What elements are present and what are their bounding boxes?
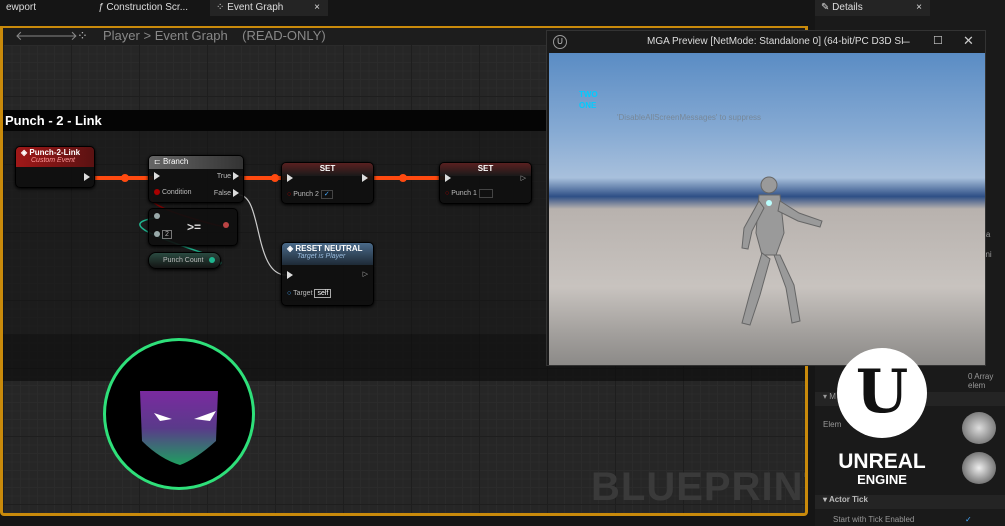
window-titlebar[interactable]: MGA Preview [NetMode: Standalone 0] (64-…	[547, 31, 985, 53]
unreal-wordmark: UNREAL ENGINE	[838, 450, 926, 487]
unreal-engine-logo: U	[837, 348, 927, 438]
tab-viewport[interactable]: ewport	[0, 0, 42, 16]
output-pin[interactable]	[209, 257, 215, 264]
exec-in-pin[interactable]	[154, 172, 160, 180]
input-a-pin[interactable]	[154, 213, 160, 220]
array-count: 0 Array elem	[968, 372, 994, 390]
pencil-icon: ✎	[821, 2, 833, 13]
wire-knot	[121, 174, 129, 182]
input-b-pin[interactable]: 2	[154, 230, 172, 239]
close-tab-button[interactable]: ×	[314, 0, 320, 15]
target-input[interactable]: self	[314, 289, 332, 298]
screen-messages: TWO ONE	[579, 90, 598, 110]
punch1-pin[interactable]: ○ Punch 1	[445, 189, 493, 198]
checkbox-checked[interactable]: ✓	[965, 515, 972, 524]
unreal-u-icon: U	[855, 357, 909, 427]
character-mannequin	[741, 176, 823, 326]
node-title: SET	[440, 163, 531, 176]
node-title: SET	[282, 163, 373, 176]
start-tick-row: Start with Tick Enabled ✓	[833, 515, 972, 524]
checkbox-checked[interactable]: ✓	[320, 190, 333, 199]
wire-knot	[399, 174, 407, 182]
wire-knot	[271, 174, 279, 182]
material-thumbnail[interactable]	[962, 452, 996, 484]
node-title: Punch-2-Link	[29, 148, 81, 157]
unreal-icon: U	[553, 35, 567, 49]
tab-bar: ewport ƒ Construction Scr... ⁘ Event Gra…	[0, 0, 815, 16]
checkbox-unchecked[interactable]	[478, 189, 493, 198]
punch-count-variable[interactable]: Punch Count	[148, 252, 221, 269]
game-viewport[interactable]: TWO ONE 'DisableAllScreenMessages' to sup…	[549, 53, 985, 365]
exec-in-pin[interactable]	[287, 174, 293, 182]
close-button[interactable]: ✕	[963, 33, 974, 49]
mask-logo-icon	[140, 391, 218, 465]
true-pin[interactable]: True	[217, 172, 239, 180]
preview-window[interactable]: MGA Preview [NetMode: Standalone 0] (64-…	[546, 30, 986, 366]
target-pin[interactable]: ○ Target self	[287, 289, 332, 298]
operator-label: >=	[187, 220, 202, 234]
false-pin[interactable]: False	[214, 189, 239, 197]
minimize-button[interactable]: –	[903, 34, 910, 48]
exec-out-pin[interactable]: ▷	[363, 270, 368, 278]
exec-out-pin[interactable]: ▷	[521, 174, 526, 182]
node-subtitle: Target is Player	[297, 253, 346, 260]
material-thumbnail[interactable]	[962, 412, 996, 444]
node-title: Branch	[162, 157, 189, 166]
exec-in-pin[interactable]	[445, 174, 451, 182]
tab-label: Event Graph	[227, 2, 284, 13]
reset-neutral-node[interactable]: ◈ RESET NEUTRAL Target is Player ▷ ○ Targ…	[281, 242, 374, 306]
close-tab-button[interactable]: ×	[916, 0, 922, 15]
maximize-button[interactable]: ☐	[933, 34, 943, 47]
tab-construction-script[interactable]: ƒ Construction Scr...	[92, 0, 194, 16]
node-subtitle: Custom Event	[31, 157, 75, 164]
node-title: RESET NEUTRAL	[295, 244, 363, 253]
details-tab[interactable]: ✎ Details ×	[815, 0, 930, 16]
exec-out-pin[interactable]	[362, 174, 368, 182]
variable-label: Punch Count	[163, 257, 204, 264]
value-input[interactable]: 2	[161, 230, 172, 239]
branch-node[interactable]: ⊏ Branch True Condition False	[148, 155, 244, 203]
branch-icon: ⊏	[154, 157, 163, 166]
punch2-pin[interactable]: ○ Punch 2 ✓	[287, 190, 333, 199]
condition-pin[interactable]: Condition	[154, 189, 192, 196]
exec-out-pin[interactable]	[84, 173, 90, 181]
greater-equal-node[interactable]: 2 >=	[148, 208, 238, 246]
exec-in-pin[interactable]	[287, 271, 293, 279]
suppress-hint: 'DisableAllScreenMessages' to suppress	[617, 113, 762, 122]
blueprint-watermark: BLUEPRINT	[591, 465, 808, 509]
graph-icon: ⁘	[216, 2, 228, 13]
tab-label: Construction Scr...	[106, 2, 189, 13]
window-title: MGA Preview [NetMode: Standalone 0] (64-…	[647, 36, 904, 47]
custom-event-node[interactable]: ◈ Punch-2-Link Custom Event	[15, 146, 95, 188]
result-pin[interactable]	[223, 222, 229, 229]
channel-logo	[103, 338, 255, 490]
actor-tick-section[interactable]: ▾ Actor Tick	[815, 495, 1005, 509]
set-punch2-node[interactable]: SET ○ Punch 2 ✓	[281, 162, 374, 204]
tab-event-graph[interactable]: ⁘ Event Graph ×	[210, 0, 328, 16]
set-punch1-node[interactable]: SET ▷ ○ Punch 1	[439, 162, 532, 204]
